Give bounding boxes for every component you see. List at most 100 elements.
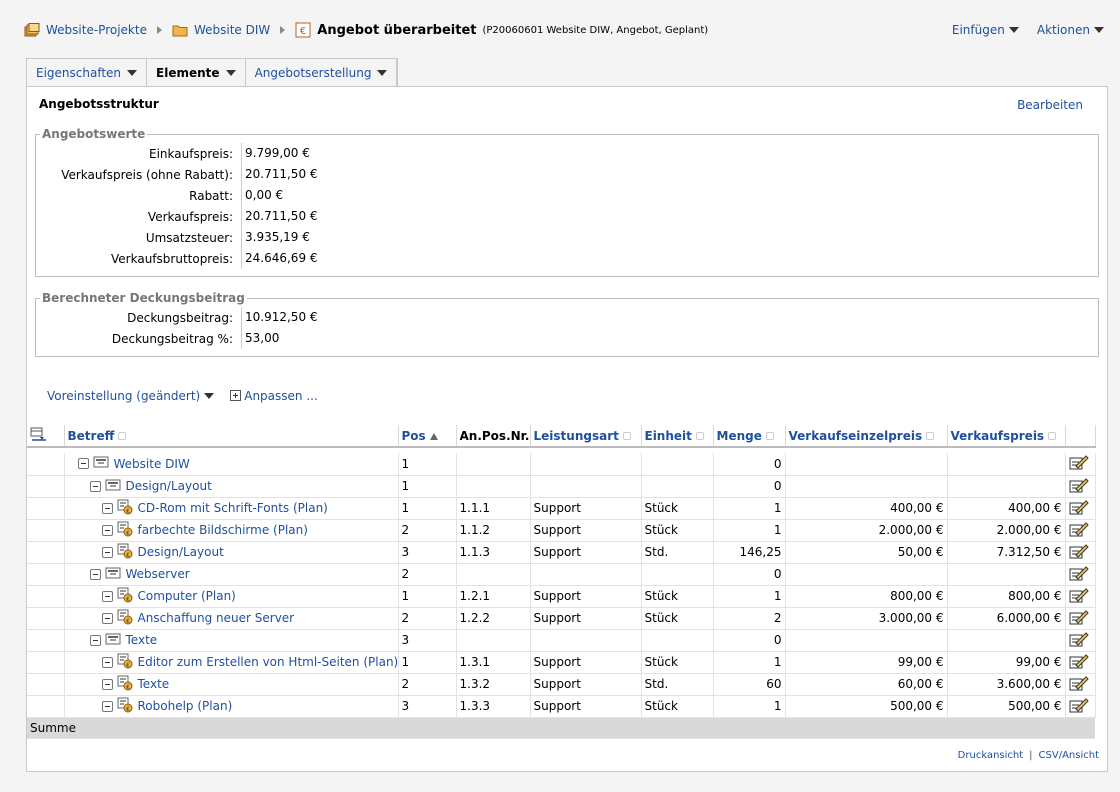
edit-icon[interactable] bbox=[1069, 631, 1089, 650]
einzelpreis-cell: 3.000,00 € bbox=[785, 607, 948, 630]
einheit-cell bbox=[641, 629, 714, 652]
breadcrumb-item-projects[interactable]: Website-Projekte bbox=[24, 23, 147, 37]
edit-icon[interactable] bbox=[1069, 587, 1089, 606]
betreff-link[interactable]: Design/Layout bbox=[138, 545, 224, 559]
betreff-link[interactable]: Website DIW bbox=[114, 457, 190, 471]
leistungsart-cell: Support bbox=[530, 607, 642, 630]
table-row: € farbechte Bildschirme (Plan) 2 1.1.2 Suppo… bbox=[27, 519, 1096, 542]
column-label: Verkaufspreis bbox=[950, 428, 1045, 443]
value-amount: 20.711,50 € bbox=[241, 206, 318, 227]
collapse-icon[interactable] bbox=[89, 634, 101, 646]
collapse-icon[interactable] bbox=[101, 678, 113, 690]
column-einheit[interactable]: Einheit bbox=[641, 425, 714, 448]
actions-menu[interactable]: Aktionen bbox=[1037, 23, 1104, 37]
edit-icon[interactable] bbox=[1069, 653, 1089, 672]
leistungsart-cell: Support bbox=[530, 541, 642, 564]
betreff-link[interactable]: Editor zum Erstellen von Html-Seiten (Pl… bbox=[138, 655, 398, 669]
collapse-icon[interactable] bbox=[89, 480, 101, 492]
edit-icon[interactable] bbox=[1069, 521, 1089, 540]
column-verkaufseinzelpreis[interactable]: Verkaufseinzelpreis bbox=[785, 425, 948, 448]
breadcrumb-item-website-diw[interactable]: Website DIW bbox=[172, 23, 270, 37]
anpos-cell bbox=[456, 475, 531, 498]
column-label: An.Pos.Nr. bbox=[459, 428, 530, 443]
value-label: Rabatt: bbox=[189, 188, 233, 203]
edit-link[interactable]: Bearbeiten bbox=[1017, 98, 1083, 112]
offer-values-rows: Einkaufspreis: 9.799,00 € Verkaufspreis (o… bbox=[36, 141, 1098, 269]
column-menge[interactable]: Menge bbox=[713, 425, 786, 448]
edit-icon[interactable] bbox=[1069, 565, 1089, 584]
betreff-link[interactable]: Anschaffung neuer Server bbox=[138, 611, 295, 625]
value-row: Einkaufspreis: 9.799,00 € bbox=[36, 143, 1098, 164]
edit-icon[interactable] bbox=[1069, 543, 1089, 562]
leistungsart-cell: Support bbox=[530, 695, 642, 718]
tab-label: Angebotserstellung bbox=[254, 65, 372, 80]
collapse-icon[interactable] bbox=[101, 612, 113, 624]
column-settings-button[interactable] bbox=[27, 425, 65, 448]
edit-icon[interactable] bbox=[1069, 454, 1089, 473]
column-leistungsart[interactable]: Leistungsart bbox=[530, 425, 642, 448]
collapse-icon[interactable] bbox=[89, 568, 101, 580]
service-item-icon: € bbox=[117, 653, 133, 672]
collapse-icon[interactable] bbox=[101, 502, 113, 514]
value-row: Deckungsbeitrag: 10.912,50 € bbox=[36, 307, 1098, 328]
column-label: Leistungsart bbox=[533, 428, 619, 443]
betreff-link[interactable]: Texte bbox=[126, 633, 158, 647]
svg-text:€: € bbox=[126, 684, 130, 691]
pos-cell: 3 bbox=[398, 695, 457, 718]
collapse-icon[interactable] bbox=[101, 546, 113, 558]
collapse-icon[interactable] bbox=[77, 458, 89, 470]
betreff-wrap: € Texte bbox=[68, 675, 395, 694]
betreff-cell: € CD-Rom mit Schrift-Fonts (Plan) bbox=[64, 497, 399, 520]
menge-cell: 0 bbox=[713, 453, 786, 476]
betreff-link[interactable]: CD-Rom mit Schrift-Fonts (Plan) bbox=[138, 501, 328, 515]
row-spacer-cell bbox=[27, 453, 65, 476]
row-spacer-cell bbox=[27, 497, 65, 520]
betreff-link[interactable]: Robohelp (Plan) bbox=[138, 699, 233, 713]
tab-eigenschaften[interactable]: Eigenschaften bbox=[27, 59, 148, 86]
column-pos[interactable]: Pos bbox=[398, 425, 457, 448]
tab-angebotserstellung[interactable]: Angebotserstellung bbox=[246, 59, 398, 86]
group-position-icon bbox=[105, 566, 121, 583]
print-view-link[interactable]: Druckansicht bbox=[958, 750, 1023, 761]
leistungsart-cell: Support bbox=[530, 497, 642, 520]
column-verkaufspreis[interactable]: Verkaufspreis bbox=[947, 425, 1066, 448]
sort-icon bbox=[695, 431, 704, 440]
collapse-icon[interactable] bbox=[101, 524, 113, 536]
betreff-link[interactable]: Webserver bbox=[126, 567, 190, 581]
group-position-icon bbox=[105, 478, 121, 495]
edit-icon[interactable] bbox=[1069, 675, 1089, 694]
sort-ascending-icon bbox=[429, 432, 438, 440]
customize-button[interactable]: Anpassen ... bbox=[230, 389, 318, 403]
tab-elemente[interactable]: Elemente bbox=[147, 59, 246, 86]
collapse-icon[interactable] bbox=[101, 590, 113, 602]
breadcrumb: Website-Projekte Website DIW € Angebot ü… bbox=[24, 20, 708, 40]
column-label: Pos bbox=[401, 428, 426, 443]
breadcrumb-label[interactable]: Website DIW bbox=[194, 23, 270, 37]
value-amount: 20.711,50 € bbox=[241, 164, 318, 185]
verkaufspreis-cell: 800,00 € bbox=[947, 585, 1066, 608]
edit-icon[interactable] bbox=[1069, 499, 1089, 518]
insert-menu[interactable]: Einfügen bbox=[952, 23, 1019, 37]
edit-cell bbox=[1065, 475, 1096, 498]
collapse-icon[interactable] bbox=[101, 700, 113, 712]
collapse-icon[interactable] bbox=[101, 656, 113, 668]
menge-cell: 1 bbox=[713, 695, 786, 718]
footer-links: Druckansicht | CSV/Ansicht bbox=[958, 750, 1099, 761]
csv-view-link[interactable]: CSV/Ansicht bbox=[1039, 750, 1099, 761]
edit-icon[interactable] bbox=[1069, 697, 1089, 716]
edit-icon[interactable] bbox=[1069, 477, 1089, 496]
einheit-cell bbox=[641, 563, 714, 586]
betreff-link[interactable]: Texte bbox=[138, 677, 170, 691]
betreff-cell: € Robohelp (Plan) bbox=[64, 695, 399, 718]
row-spacer-cell bbox=[27, 585, 65, 608]
betreff-link[interactable]: farbechte Bildschirme (Plan) bbox=[138, 523, 308, 537]
breadcrumb-label[interactable]: Website-Projekte bbox=[46, 23, 147, 37]
panel-title: Angebotsstruktur bbox=[39, 97, 159, 111]
edit-icon[interactable] bbox=[1069, 609, 1089, 628]
page-meta: (P20060601 Website DIW, Angebot, Geplant… bbox=[482, 24, 709, 36]
betreff-link[interactable]: Design/Layout bbox=[126, 479, 212, 493]
tab-label: Elemente bbox=[156, 65, 220, 80]
column-betreff[interactable]: Betreff bbox=[64, 425, 399, 448]
betreff-link[interactable]: Computer (Plan) bbox=[138, 589, 236, 603]
preset-dropdown[interactable]: Voreinstellung (geändert) bbox=[47, 389, 215, 403]
